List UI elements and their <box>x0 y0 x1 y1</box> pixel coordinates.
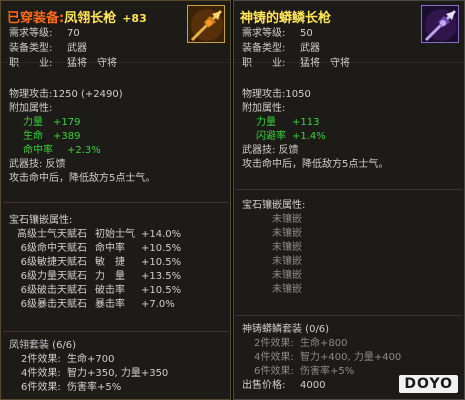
gem-row: 6级力量天赋石力 量 +13.5% <box>20 271 182 282</box>
attr-row: 生命 +389 <box>23 131 81 142</box>
gem-row: 6级敏捷天赋石敏 捷 +10.5% <box>20 257 182 268</box>
level-label: 需求等级: <box>242 28 286 39</box>
attr-row: 闪避率 +1.4% <box>256 131 326 142</box>
level-value: 50 <box>300 28 313 39</box>
gem-section: 宝石镶嵌属性: 未镶嵌 未镶嵌 未镶嵌 未镶嵌 未镶嵌 未镶嵌 <box>242 199 458 297</box>
gem-row: 未镶嵌 <box>272 214 302 225</box>
compare-item-tooltip: 神铸的蟒鳞长枪 需求等级: 50 装备类型: 武器 职 业: 猛将 守将 物理攻击:10… <box>233 0 465 400</box>
enhance-level: +83 <box>122 12 147 25</box>
phys-attack: 物理攻击:1050 <box>242 89 311 100</box>
gem-row: 6级暴击天赋石 暴击率 +7.0% <box>20 299 175 310</box>
item-name: 凤翎长枪 <box>64 11 117 26</box>
job-value: 猛将 <box>300 58 320 69</box>
divider <box>236 315 462 316</box>
weapon-skill: 武器技: 反馈 <box>242 145 299 156</box>
set-header: 凤翎套装 (6/6) <box>9 340 77 351</box>
attr-header: 附加属性: <box>242 103 286 114</box>
set-effect: 6件效果: 伤害率+5% <box>21 382 122 393</box>
type-value: 武器 <box>67 43 87 54</box>
set-effect: 2件效果: 生命+800 <box>254 338 348 349</box>
divider <box>3 331 228 332</box>
divider <box>236 189 462 190</box>
attr-row: 命中率 +2.3% <box>23 145 101 156</box>
weapon-skill: 武器技: 反馈 <box>9 159 66 170</box>
gem-header: 宝石镶嵌属性: <box>242 200 306 211</box>
set-header: 神铸蟒鳞套装 (0/6) <box>242 324 330 335</box>
item-header: 已穿装备:凤翎长枪 +83 需求等级: 70 装备类型: 武器 职 业: 猛将 守将 <box>1 1 230 69</box>
gem-section: 宝石镶嵌属性: 高级士气天赋石 初始士气 +14.0% 6级命中天赋石 命中率 +10.… <box>9 214 224 312</box>
attr-row: 力量 +113 <box>256 117 320 128</box>
gem-row: 未镶嵌 <box>272 228 302 239</box>
level-label: 需求等级: <box>9 28 53 39</box>
job-value: 猛将 <box>67 58 87 69</box>
divider <box>3 202 228 203</box>
gem-row: 未镶嵌 <box>272 284 302 295</box>
level-value: 70 <box>67 28 80 39</box>
job-label: 职 业: <box>242 58 286 69</box>
item-meta: 需求等级: 50 装备类型: 武器 职 业: 猛将 守将 <box>242 26 442 71</box>
set-effect: 4件效果: 智力+400, 力量+400 <box>254 352 402 363</box>
skill-desc: 攻击命中后，降低敌方5点士气。 <box>242 159 389 170</box>
item-header: 神铸的蟒鳞长枪 需求等级: 50 装备类型: 武器 职 业: 猛将 守将 <box>234 1 464 69</box>
item-title: 神铸的蟒鳞长枪 <box>240 7 331 26</box>
item-name: 神铸的蟒鳞长枪 <box>240 11 332 26</box>
job-value: 守将 <box>330 58 350 69</box>
job-value: 守将 <box>97 58 117 69</box>
attr-row: 力量 +179 <box>23 117 81 128</box>
attr-header: 附加属性: <box>9 103 53 114</box>
gem-row: 未镶嵌 <box>272 270 302 281</box>
attack-section: 物理攻击:1050 附加属性: 力量 +113 闪避率 +1.4% 武器技: 反馈 … <box>242 88 458 172</box>
job-label: 职 业: <box>9 58 53 69</box>
gem-row: 未镶嵌 <box>272 256 302 267</box>
gem-header: 宝石镶嵌属性: <box>9 215 73 226</box>
type-label: 装备类型: <box>9 43 53 54</box>
gem-row: 6级命中天赋石 命中率 +10.5% <box>20 243 182 254</box>
item-meta: 需求等级: 70 装备类型: 武器 职 业: 猛将 守将 <box>9 26 209 71</box>
equipped-label: 已穿装备: <box>7 11 65 26</box>
item-title: 已穿装备:凤翎长枪 +83 <box>7 7 147 26</box>
gem-row: 未镶嵌 <box>272 242 302 253</box>
gem-row: 6级破击天赋石 破击率 +10.5% <box>20 285 182 296</box>
phys-attack: 物理攻击:1250 (+2490) <box>9 89 123 100</box>
gem-row: 高级士气天赋石 初始士气 +14.0% <box>17 229 182 240</box>
attack-section: 物理攻击:1250 (+2490) 附加属性: 力量 +179 生命 +389 命中… <box>9 88 224 186</box>
skill-desc: 攻击命中后，降低敌方5点士气。 <box>9 173 156 184</box>
equipped-item-tooltip: 已穿装备:凤翎长枪 +83 需求等级: 70 装备类型: 武器 职 业: 猛将 守将 物理… <box>0 0 231 400</box>
type-value: 武器 <box>300 43 320 54</box>
type-label: 装备类型: <box>242 43 286 54</box>
set-effect: 4件效果: 智力+350, 力量+350 <box>21 368 169 379</box>
watermark-logo: DOYO <box>399 375 458 393</box>
set-section: 凤翎套装 (6/6) 2件效果: 生命+700 4件效果: 智力+350, 力量+3… <box>9 339 224 395</box>
set-effect: 2件效果: 生命+700 <box>21 354 115 365</box>
